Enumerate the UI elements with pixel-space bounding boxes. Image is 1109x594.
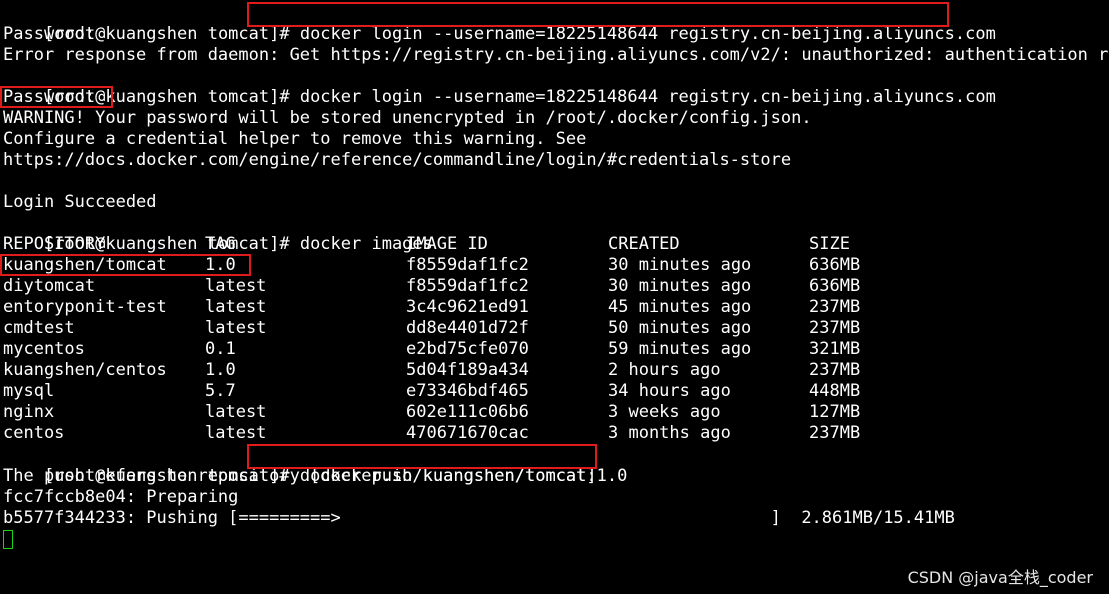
- cell-tag: 1.0: [205, 360, 236, 380]
- login-succeeded-line: Login Succeeded: [3, 192, 157, 212]
- cell-image-id: f8559daf1fc2: [406, 255, 529, 275]
- table-row: mycentos 0.1 e2bd75cfe070 59 minutes ago…: [3, 339, 1103, 360]
- terminal-line: [root@kuangshen tomcat]# docker images: [3, 213, 433, 254]
- cell-size: 636MB: [809, 255, 861, 275]
- terminal-line: Password:: [3, 24, 96, 44]
- cell-tag: 0.1: [205, 339, 236, 359]
- table-header: REPOSITORY TAG IMAGE ID CREATED SIZE: [3, 234, 1103, 255]
- terminal-line: Configure a credential helper to remove …: [3, 129, 587, 149]
- terminal-line: [root@kuangshen tomcat]# docker login --…: [3, 3, 996, 44]
- cell-repository: mycentos: [3, 339, 85, 359]
- cell-image-id: 602e111c06b6: [406, 402, 529, 422]
- cell-created: 30 minutes ago: [608, 255, 752, 275]
- cell-repository: centos: [3, 423, 65, 443]
- cell-created: 59 minutes ago: [608, 339, 752, 359]
- cell-repository: kuangshen/centos: [3, 360, 167, 380]
- cell-image-id: e73346bdf465: [406, 381, 529, 401]
- cell-repository: cmdtest: [3, 318, 75, 338]
- cell-image-id: 5d04f189a434: [406, 360, 529, 380]
- terminal-line: https://docs.docker.com/engine/reference…: [3, 150, 792, 170]
- cell-size: 448MB: [809, 381, 861, 401]
- column-header-image-id: IMAGE ID: [406, 234, 488, 254]
- terminal-line: WARNING! Your password will be stored un…: [3, 108, 812, 128]
- cell-created: 2 hours ago: [608, 360, 721, 380]
- table-row: diytomcat latest f8559daf1fc2 30 minutes…: [3, 276, 1103, 297]
- cell-size: 237MB: [809, 423, 861, 443]
- cell-created: 30 minutes ago: [608, 276, 752, 296]
- cell-size: 237MB: [809, 360, 861, 380]
- password-prompt: Password:: [3, 87, 96, 107]
- cell-size: 237MB: [809, 297, 861, 317]
- cell-created: 3 months ago: [608, 423, 731, 443]
- cell-repository: diytomcat: [3, 276, 96, 296]
- cell-tag: latest: [205, 276, 267, 296]
- terminal-line: The push refers to repository [docker.io…: [3, 466, 597, 486]
- table-row: cmdtest latest dd8e4401d72f 50 minutes a…: [3, 318, 1103, 339]
- cell-tag: latest: [205, 423, 267, 443]
- cell-repository: mysql: [3, 381, 55, 401]
- cell-tag: latest: [205, 297, 267, 317]
- cell-repository: nginx: [3, 402, 55, 422]
- cell-size: 321MB: [809, 339, 861, 359]
- cell-tag: 1.0: [205, 255, 236, 275]
- cell-image-id: 470671670cac: [406, 423, 529, 443]
- terminal-window[interactable]: [root@kuangshen tomcat]# docker login --…: [0, 0, 1109, 594]
- column-header-repository: REPOSITORY: [3, 234, 106, 254]
- watermark: CSDN @java全栈_coder: [907, 568, 1093, 587]
- text-cursor[interactable]: [3, 530, 13, 549]
- cell-image-id: 3c4c9621ed91: [406, 297, 529, 317]
- table-row: centos latest 470671670cac 3 months ago …: [3, 423, 1103, 444]
- cell-tag: 5.7: [205, 381, 236, 401]
- cell-created: 34 hours ago: [608, 381, 731, 401]
- cell-created: 3 weeks ago: [608, 402, 721, 422]
- cell-repository: entoryponit-test: [3, 297, 167, 317]
- error-line: Error response from daemon: Get https://…: [3, 45, 1109, 65]
- table-row: kuangshen/tomcat 1.0 f8559daf1fc2 30 min…: [3, 255, 1103, 276]
- table-row: kuangshen/centos 1.0 5d04f189a434 2 hour…: [3, 360, 1103, 381]
- cell-image-id: dd8e4401d72f: [406, 318, 529, 338]
- terminal-line: [root@kuangshen tomcat]# docker login --…: [3, 66, 996, 107]
- cell-image-id: e2bd75cfe070: [406, 339, 529, 359]
- terminal-line: [root@kuangshen tomcat]# docker push kua…: [3, 445, 627, 486]
- column-header-size: SIZE: [809, 234, 850, 254]
- push-layer-status: fcc7fccb8e04: Preparing: [3, 487, 239, 507]
- table-row: nginx latest 602e111c06b6 3 weeks ago 12…: [3, 402, 1103, 423]
- command-text: docker login --username=18225148644 regi…: [299, 87, 996, 107]
- table-row: entoryponit-test latest 3c4c9621ed91 45 …: [3, 297, 1103, 318]
- cell-tag: latest: [205, 402, 267, 422]
- cell-image-id: f8559daf1fc2: [406, 276, 529, 296]
- cell-created: 50 minutes ago: [608, 318, 752, 338]
- cell-size: 127MB: [809, 402, 861, 422]
- cell-size: 237MB: [809, 318, 861, 338]
- push-progress-line: b5577f344233: Pushing [=========> ] 2.86…: [3, 508, 955, 528]
- cell-tag: latest: [205, 318, 267, 338]
- cell-repository: kuangshen/tomcat: [3, 255, 167, 275]
- command-text: docker login --username=18225148644 regi…: [299, 24, 996, 44]
- cell-size: 636MB: [809, 276, 861, 296]
- table-row: mysql 5.7 e73346bdf465 34 hours ago 448M…: [3, 381, 1103, 402]
- column-header-created: CREATED: [608, 234, 680, 254]
- cell-created: 45 minutes ago: [608, 297, 752, 317]
- column-header-tag: TAG: [205, 234, 236, 254]
